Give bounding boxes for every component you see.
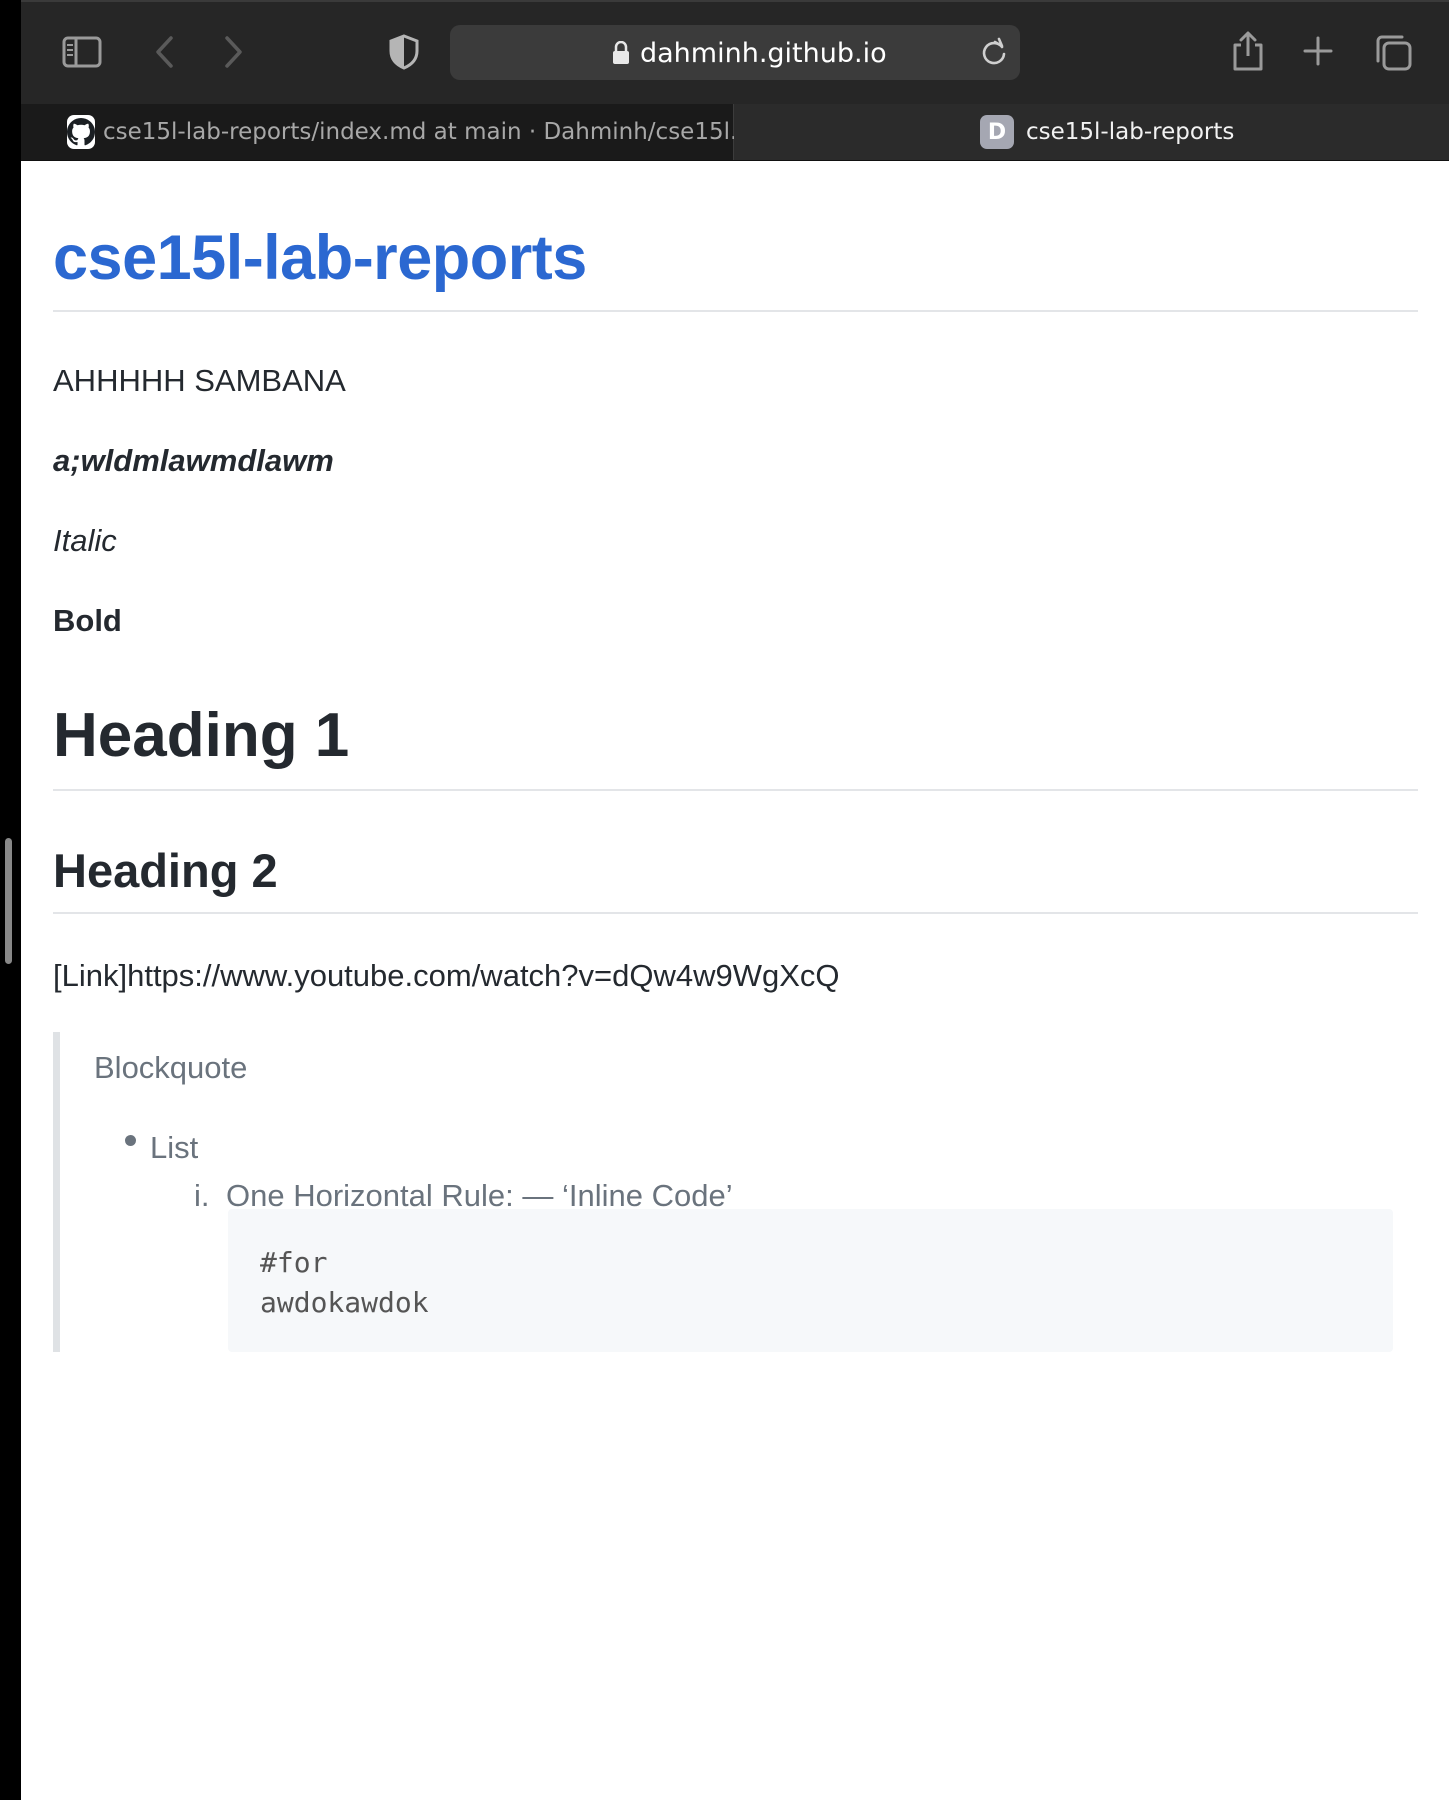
heading-1: Heading 1 (53, 705, 1418, 791)
paragraph-italic: Italic (53, 523, 117, 558)
tab-label: cse15l-lab-reports (1026, 119, 1235, 145)
code-block: #for awdokawdok (228, 1209, 1393, 1352)
address-bar[interactable]: dahminh.github.io (450, 25, 1020, 80)
address-url: dahminh.github.io (640, 38, 887, 69)
lock-icon (612, 40, 630, 70)
tab-cse15l-lab-reports[interactable]: D cse15l-lab-reports (734, 104, 1449, 160)
heading-2: Heading 2 (53, 847, 1418, 914)
link-line: [Link]https://www.youtube.com/watch?v=dQ… (53, 958, 840, 993)
shield-icon[interactable] (387, 31, 421, 73)
browser-toolbar: dahminh.github.io (21, 0, 1449, 104)
code-text: #for awdokawdok (260, 1246, 429, 1319)
back-icon[interactable] (149, 32, 179, 72)
tab-bar: cse15l-lab-reports/index.md at main · Da… (21, 104, 1449, 161)
browser-window: dahminh.github.io cse15l-lab-reports/ind… (21, 0, 1449, 1800)
tab-overview-icon[interactable] (1373, 32, 1413, 72)
reload-icon[interactable] (980, 37, 1008, 72)
tab-label: cse15l-lab-reports/index.md at main · Da… (103, 119, 752, 145)
forward-icon[interactable] (219, 32, 249, 72)
sidebar-icon[interactable] (61, 30, 103, 74)
new-tab-icon[interactable] (1301, 33, 1335, 69)
blockquote: Blockquote List i. One Horizontal Rule: … (53, 1032, 1418, 1352)
paragraph-bold: Bold (53, 603, 122, 638)
github-icon (67, 115, 95, 149)
list-item: List (150, 1130, 199, 1165)
page-content: cse15l-lab-reports AHHHHH SAMBANA a;wldm… (53, 161, 1418, 1352)
paragraph-bold-italic: a;wldmlawmdlawm (53, 443, 334, 478)
site-favicon: D (980, 115, 1014, 149)
blockquote-text: Blockquote (94, 1050, 248, 1085)
paragraph-sambana: AHHHHH SAMBANA (53, 363, 346, 398)
tab-github-index[interactable]: cse15l-lab-reports/index.md at main · Da… (21, 104, 752, 160)
left-edge-scroll-indicator (5, 838, 12, 964)
ordered-marker: i. (194, 1178, 210, 1213)
share-icon[interactable] (1230, 28, 1266, 74)
page-title[interactable]: cse15l-lab-reports (53, 161, 1418, 312)
list-bullet (125, 1135, 136, 1146)
